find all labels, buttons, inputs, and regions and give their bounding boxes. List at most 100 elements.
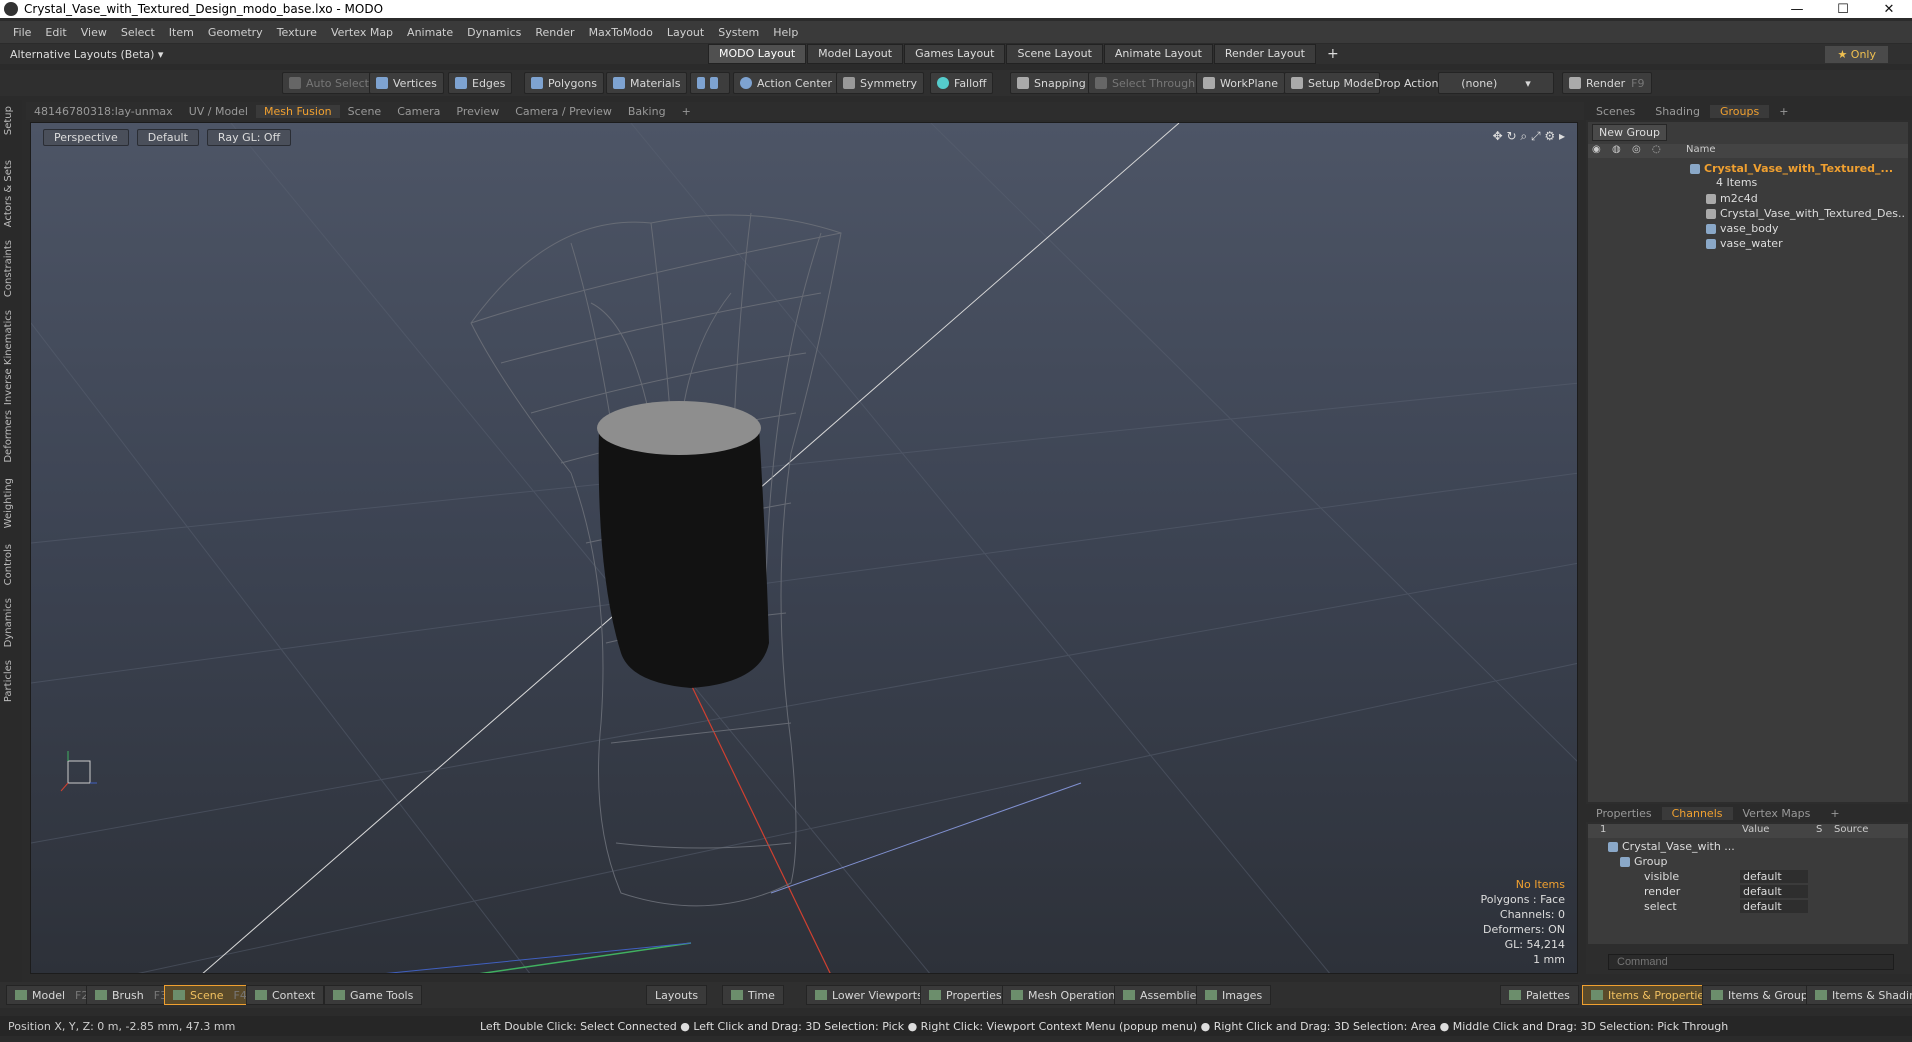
tab-camera[interactable]: Camera	[389, 105, 448, 118]
lock-icon[interactable]: ◍	[1612, 144, 1621, 155]
symmetry-button[interactable]: Symmetry	[836, 72, 925, 94]
channel-item-row[interactable]: Crystal_Vase_with ...	[1608, 840, 1748, 855]
vtab-weighting[interactable]: Weighting	[3, 478, 14, 528]
vtab-actors-sets[interactable]: Actors & Sets	[3, 160, 14, 227]
vtab-deformers[interactable]: Deformers	[3, 410, 14, 463]
tab-render-layout[interactable]: Render Layout	[1213, 44, 1316, 64]
setup-mode-button[interactable]: Setup Mode	[1284, 72, 1381, 94]
tab-channels[interactable]: Channels	[1661, 806, 1733, 820]
menu-geometry[interactable]: Geometry	[201, 26, 270, 39]
play-icon[interactable]: ▸	[1559, 129, 1565, 143]
menu-view[interactable]: View	[74, 26, 114, 39]
select-icon[interactable]: ◎	[1632, 144, 1641, 155]
channel-group-row[interactable]: Group	[1620, 855, 1760, 870]
zoom-icon[interactable]: ⌕	[1520, 129, 1527, 143]
context-button[interactable]: Context	[246, 985, 325, 1005]
tab-mesh-fusion[interactable]: Mesh Fusion	[256, 104, 340, 118]
command-input[interactable]	[1608, 954, 1894, 970]
menu-file[interactable]: File	[6, 26, 38, 39]
group-child-vase-body[interactable]: vase_body	[1706, 222, 1906, 237]
vtab-particles[interactable]: Particles	[3, 660, 14, 702]
brush-button[interactable]: Brush F3	[86, 985, 177, 1005]
menu-help[interactable]: Help	[766, 26, 805, 39]
edges-button[interactable]: Edges	[448, 72, 513, 94]
drop-action-select[interactable]: (none) ▾	[1438, 72, 1554, 94]
falloff-button[interactable]: Falloff	[930, 72, 994, 94]
tab-model-layout[interactable]: Model Layout	[807, 44, 904, 64]
render-value-select[interactable]: default	[1740, 885, 1808, 898]
alternative-layouts-dropdown[interactable]: Alternative Layouts (Beta) ▾	[0, 48, 163, 61]
rotate-icon[interactable]: ↻	[1506, 129, 1516, 143]
tab-preview[interactable]: Preview	[448, 105, 507, 118]
raygl-toggle[interactable]: Ray GL: Off	[206, 129, 292, 146]
menu-layout[interactable]: Layout	[660, 26, 711, 39]
model-button[interactable]: Model F2	[6, 985, 98, 1005]
lower-viewports-button[interactable]: Lower Viewports	[806, 985, 932, 1005]
layouts-button[interactable]: Layouts	[646, 985, 708, 1005]
tab-scenes[interactable]: Scenes	[1586, 105, 1645, 118]
menu-vertex-map[interactable]: Vertex Map	[324, 26, 400, 39]
menu-maxtomodo[interactable]: MaxToModo	[582, 26, 660, 39]
tab-modo-layout[interactable]: MODO Layout	[708, 44, 807, 64]
group-child-vase-water[interactable]: vase_water	[1706, 237, 1906, 252]
minimize-button[interactable]: —	[1774, 2, 1820, 17]
view-type-dropdown[interactable]: Perspective	[43, 129, 129, 146]
tab-baking[interactable]: Baking	[620, 105, 674, 118]
tab-properties[interactable]: Properties	[1586, 807, 1662, 820]
visible-value-select[interactable]: default	[1740, 870, 1808, 883]
action-center-button[interactable]: Action Center	[733, 72, 839, 94]
tab-scene-layout[interactable]: Scene Layout	[1006, 44, 1103, 64]
items-groups-button[interactable]: Items & Groups	[1702, 985, 1823, 1005]
select-value-select[interactable]: default	[1740, 900, 1808, 913]
menu-edit[interactable]: Edit	[38, 26, 73, 39]
menu-item[interactable]: Item	[162, 26, 201, 39]
viewport-nav-controls[interactable]: ✥ ↻ ⌕ ⤢ ⚙ ▸	[1493, 129, 1565, 144]
vertices-button[interactable]: Vertices	[369, 72, 444, 94]
workplane-button[interactable]: WorkPlane	[1196, 72, 1286, 94]
close-button[interactable]: ✕	[1866, 2, 1912, 17]
vtab-constraints[interactable]: Constraints	[3, 240, 14, 297]
vtab-dynamics[interactable]: Dynamics	[3, 598, 14, 647]
properties-button[interactable]: Properties	[920, 985, 1011, 1005]
time-button[interactable]: Time	[722, 985, 784, 1005]
menu-select[interactable]: Select	[114, 26, 162, 39]
add-props-tab-button[interactable]: +	[1820, 807, 1849, 820]
menu-render[interactable]: Render	[528, 26, 581, 39]
materials-button[interactable]: Materials	[606, 72, 688, 94]
snapping-button[interactable]: Snapping	[1010, 72, 1093, 94]
mesh-operations-button[interactable]: Mesh Operations	[1002, 985, 1130, 1005]
selection-mode-buttons[interactable]	[690, 72, 730, 94]
vtab-controls[interactable]: Controls	[3, 544, 14, 585]
tab-vertex-maps[interactable]: Vertex Maps	[1733, 807, 1821, 820]
add-layout-button[interactable]: +	[1317, 44, 1349, 64]
maximize-button[interactable]: ☐	[1820, 2, 1866, 17]
vtab-inverse-kinematics[interactable]: Inverse Kinematics	[3, 310, 14, 405]
tab-lay-unmax[interactable]: 48146780318:lay-unmax	[26, 105, 181, 118]
3d-viewport[interactable]: Perspective Default Ray GL: Off ✥ ↻ ⌕ ⤢ …	[30, 122, 1578, 974]
new-group-button[interactable]: New Group	[1592, 124, 1667, 141]
only-toggle[interactable]: ★ Only	[1825, 45, 1888, 63]
add-right-tab-button[interactable]: +	[1769, 105, 1798, 118]
group-child-m2c4d[interactable]: m2c4d	[1706, 192, 1906, 207]
auto-select-button[interactable]: Auto Select	[282, 72, 376, 94]
items-shading-button[interactable]: Items & Shading	[1806, 985, 1912, 1005]
group-root-item[interactable]: Crystal_Vase_with_Textured_...	[1690, 162, 1904, 177]
channel-row-select[interactable]: select default	[1588, 900, 1908, 915]
select-through-button[interactable]: Select Through	[1088, 72, 1203, 94]
scene-button[interactable]: Scene F4	[164, 985, 256, 1005]
items-properties-button[interactable]: Items & Properties	[1582, 985, 1719, 1005]
move-icon[interactable]: ✥	[1493, 129, 1503, 143]
eye-icon[interactable]: ◉	[1592, 144, 1601, 155]
tab-animate-layout[interactable]: Animate Layout	[1103, 44, 1213, 64]
tab-groups[interactable]: Groups	[1709, 104, 1770, 118]
tab-scene[interactable]: Scene	[340, 105, 390, 118]
render-button[interactable]: Render F9	[1562, 72, 1652, 94]
palettes-button[interactable]: Palettes	[1500, 985, 1579, 1005]
tab-games-layout[interactable]: Games Layout	[904, 44, 1006, 64]
shading-dropdown[interactable]: Default	[136, 129, 199, 146]
vtab-setup[interactable]: Setup	[3, 106, 14, 135]
game-tools-button[interactable]: Game Tools	[324, 985, 423, 1005]
channel-row-visible[interactable]: visible default	[1588, 870, 1908, 885]
channel-row-render[interactable]: render default	[1588, 885, 1908, 900]
menu-texture[interactable]: Texture	[270, 26, 324, 39]
